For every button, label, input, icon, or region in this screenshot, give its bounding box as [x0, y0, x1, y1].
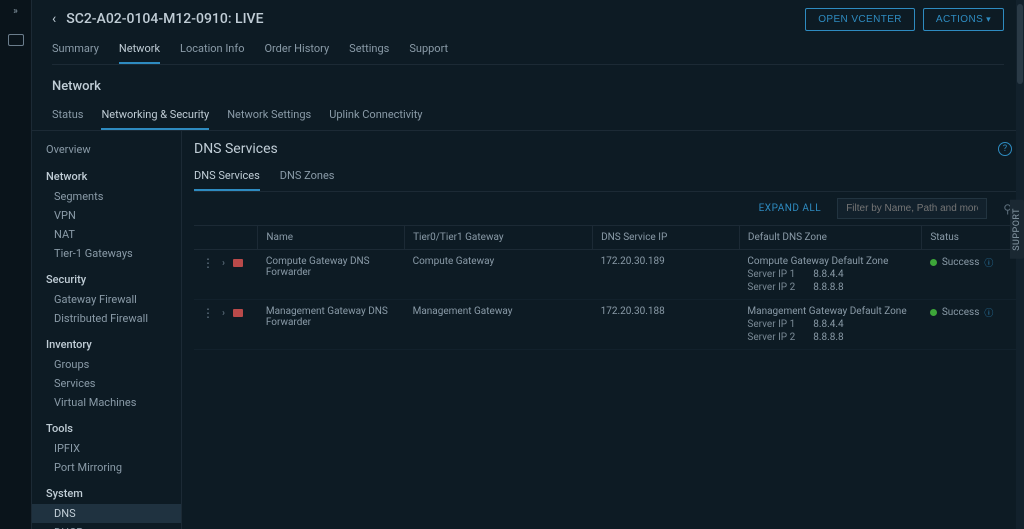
row-menu-icon[interactable]: ⋮ [202, 306, 214, 320]
sidebar-item-services[interactable]: Services [32, 374, 181, 393]
dns-services-table: Name Tier0/Tier1 Gateway DNS Service IP … [194, 225, 1022, 350]
sidebar-item-distributed-firewall[interactable]: Distributed Firewall [32, 309, 181, 328]
help-icon[interactable]: ? [998, 142, 1012, 156]
col-status[interactable]: Status [922, 226, 1022, 250]
row-expand-icon[interactable]: › [222, 308, 225, 319]
cell-gateway: Compute Gateway [405, 250, 593, 300]
sidebar-item-groups[interactable]: Groups [32, 355, 181, 374]
col-gateway[interactable]: Tier0/Tier1 Gateway [405, 226, 593, 250]
cell-service-ip: 172.20.30.189 [593, 250, 740, 300]
status-dot-icon [930, 309, 937, 316]
status-info-icon[interactable]: ⓘ [984, 306, 993, 319]
tab-location-info[interactable]: Location Info [180, 36, 244, 64]
innertab-dns-services[interactable]: DNS Services [194, 163, 260, 191]
expand-all-link[interactable]: EXPAND ALL [759, 203, 822, 214]
server-ip-1-label: Server IP 1 [747, 269, 795, 280]
server-ip-2-label: Server IP 2 [747, 282, 795, 293]
col-service-ip[interactable]: DNS Service IP [593, 226, 740, 250]
tab-settings[interactable]: Settings [349, 36, 389, 64]
row-expand-icon[interactable]: › [222, 258, 225, 269]
cell-service-ip: 172.20.30.188 [593, 300, 740, 350]
status-text: Success [942, 257, 980, 268]
cell-name: Management Gateway DNS Forwarder [258, 300, 405, 350]
server-ip-2-value: 8.8.8.8 [813, 282, 843, 293]
sidebar-item-gateway-firewall[interactable]: Gateway Firewall [32, 290, 181, 309]
status-text: Success [942, 307, 980, 318]
zone-name: Compute Gateway Default Zone [747, 256, 913, 267]
sidebar-item-tier1-gateways[interactable]: Tier-1 Gateways [32, 244, 181, 263]
server-ip-1-value: 8.8.4.4 [813, 269, 843, 280]
back-chevron-icon[interactable]: ‹ [52, 11, 56, 27]
sidebar-heading-security: Security [32, 269, 181, 290]
section-title: Network [52, 79, 1004, 94]
status-info-icon[interactable]: ⓘ [984, 256, 993, 269]
sidebar: Overview Network Segments VPN NAT Tier-1… [32, 131, 182, 529]
page-title: SC2-A02-0104-M12-0910: LIVE [66, 11, 263, 27]
sidebar-item-segments[interactable]: Segments [32, 187, 181, 206]
content-title: DNS Services [194, 141, 278, 157]
subtab-status[interactable]: Status [52, 102, 83, 130]
col-name[interactable]: Name [258, 226, 405, 250]
cell-zone: Management Gateway Default Zone Server I… [739, 300, 921, 350]
subtab-uplink-connectivity[interactable]: Uplink Connectivity [329, 102, 422, 130]
tab-support[interactable]: Support [409, 36, 448, 64]
subtab-networking-security[interactable]: Networking & Security [101, 102, 209, 130]
sidebar-heading-system: System [32, 483, 181, 504]
sidebar-heading-inventory: Inventory [32, 334, 181, 355]
server-ip-1-label: Server IP 1 [747, 319, 795, 330]
cell-name: Compute Gateway DNS Forwarder [258, 250, 405, 300]
sidebar-item-ipfix[interactable]: IPFIX [32, 439, 181, 458]
leftmost-nav-bar: » [0, 0, 32, 529]
sidebar-heading-tools: Tools [32, 418, 181, 439]
col-default-zone[interactable]: Default DNS Zone [739, 226, 921, 250]
row-type-icon [233, 309, 243, 317]
status-badge: Success ⓘ [930, 306, 1014, 319]
sidebar-item-dns[interactable]: DNS [32, 504, 181, 523]
sidebar-item-vpn[interactable]: VPN [32, 206, 181, 225]
server-ip-2-value: 8.8.8.8 [813, 332, 843, 343]
zone-name: Management Gateway Default Zone [747, 306, 913, 317]
scrollbar[interactable] [1016, 0, 1024, 529]
status-dot-icon [930, 259, 937, 266]
col-controls [194, 226, 258, 250]
tab-network[interactable]: Network [119, 36, 160, 64]
sidebar-overview[interactable]: Overview [32, 139, 181, 160]
tab-order-history[interactable]: Order History [264, 36, 329, 64]
scrollbar-thumb[interactable] [1017, 4, 1023, 84]
table-row: ⋮ › Compute Gateway DNS Forwarder Comput… [194, 250, 1022, 300]
cell-gateway: Management Gateway [405, 300, 593, 350]
actions-button[interactable]: ACTIONS [923, 8, 1004, 31]
table-row: ⋮ › Management Gateway DNS Forwarder Man… [194, 300, 1022, 350]
row-menu-icon[interactable]: ⋮ [202, 256, 214, 270]
row-type-icon [233, 259, 243, 267]
inner-tabs: DNS Services DNS Zones [194, 163, 1022, 192]
innertab-dns-zones[interactable]: DNS Zones [280, 163, 335, 191]
filter-input[interactable] [837, 198, 987, 219]
expand-nav-icon[interactable]: » [13, 6, 18, 24]
sidebar-item-dhcp[interactable]: DHCP [32, 523, 181, 529]
nav-app-icon[interactable] [8, 34, 24, 46]
sidebar-item-port-mirroring[interactable]: Port Mirroring [32, 458, 181, 477]
server-ip-2-label: Server IP 2 [747, 332, 795, 343]
tab-summary[interactable]: Summary [52, 36, 99, 64]
top-tabs: Summary Network Location Info Order Hist… [52, 36, 1004, 65]
subtab-network-settings[interactable]: Network Settings [227, 102, 311, 130]
cell-zone: Compute Gateway Default Zone Server IP 1… [739, 250, 921, 300]
sidebar-item-nat[interactable]: NAT [32, 225, 181, 244]
sub-tabs: Status Networking & Security Network Set… [52, 102, 1004, 130]
support-tab[interactable]: SUPPORT [1010, 200, 1024, 259]
server-ip-1-value: 8.8.4.4 [813, 319, 843, 330]
sidebar-item-virtual-machines[interactable]: Virtual Machines [32, 393, 181, 412]
sidebar-heading-network: Network [32, 166, 181, 187]
status-badge: Success ⓘ [930, 256, 1014, 269]
open-vcenter-button[interactable]: OPEN VCENTER [805, 8, 915, 31]
